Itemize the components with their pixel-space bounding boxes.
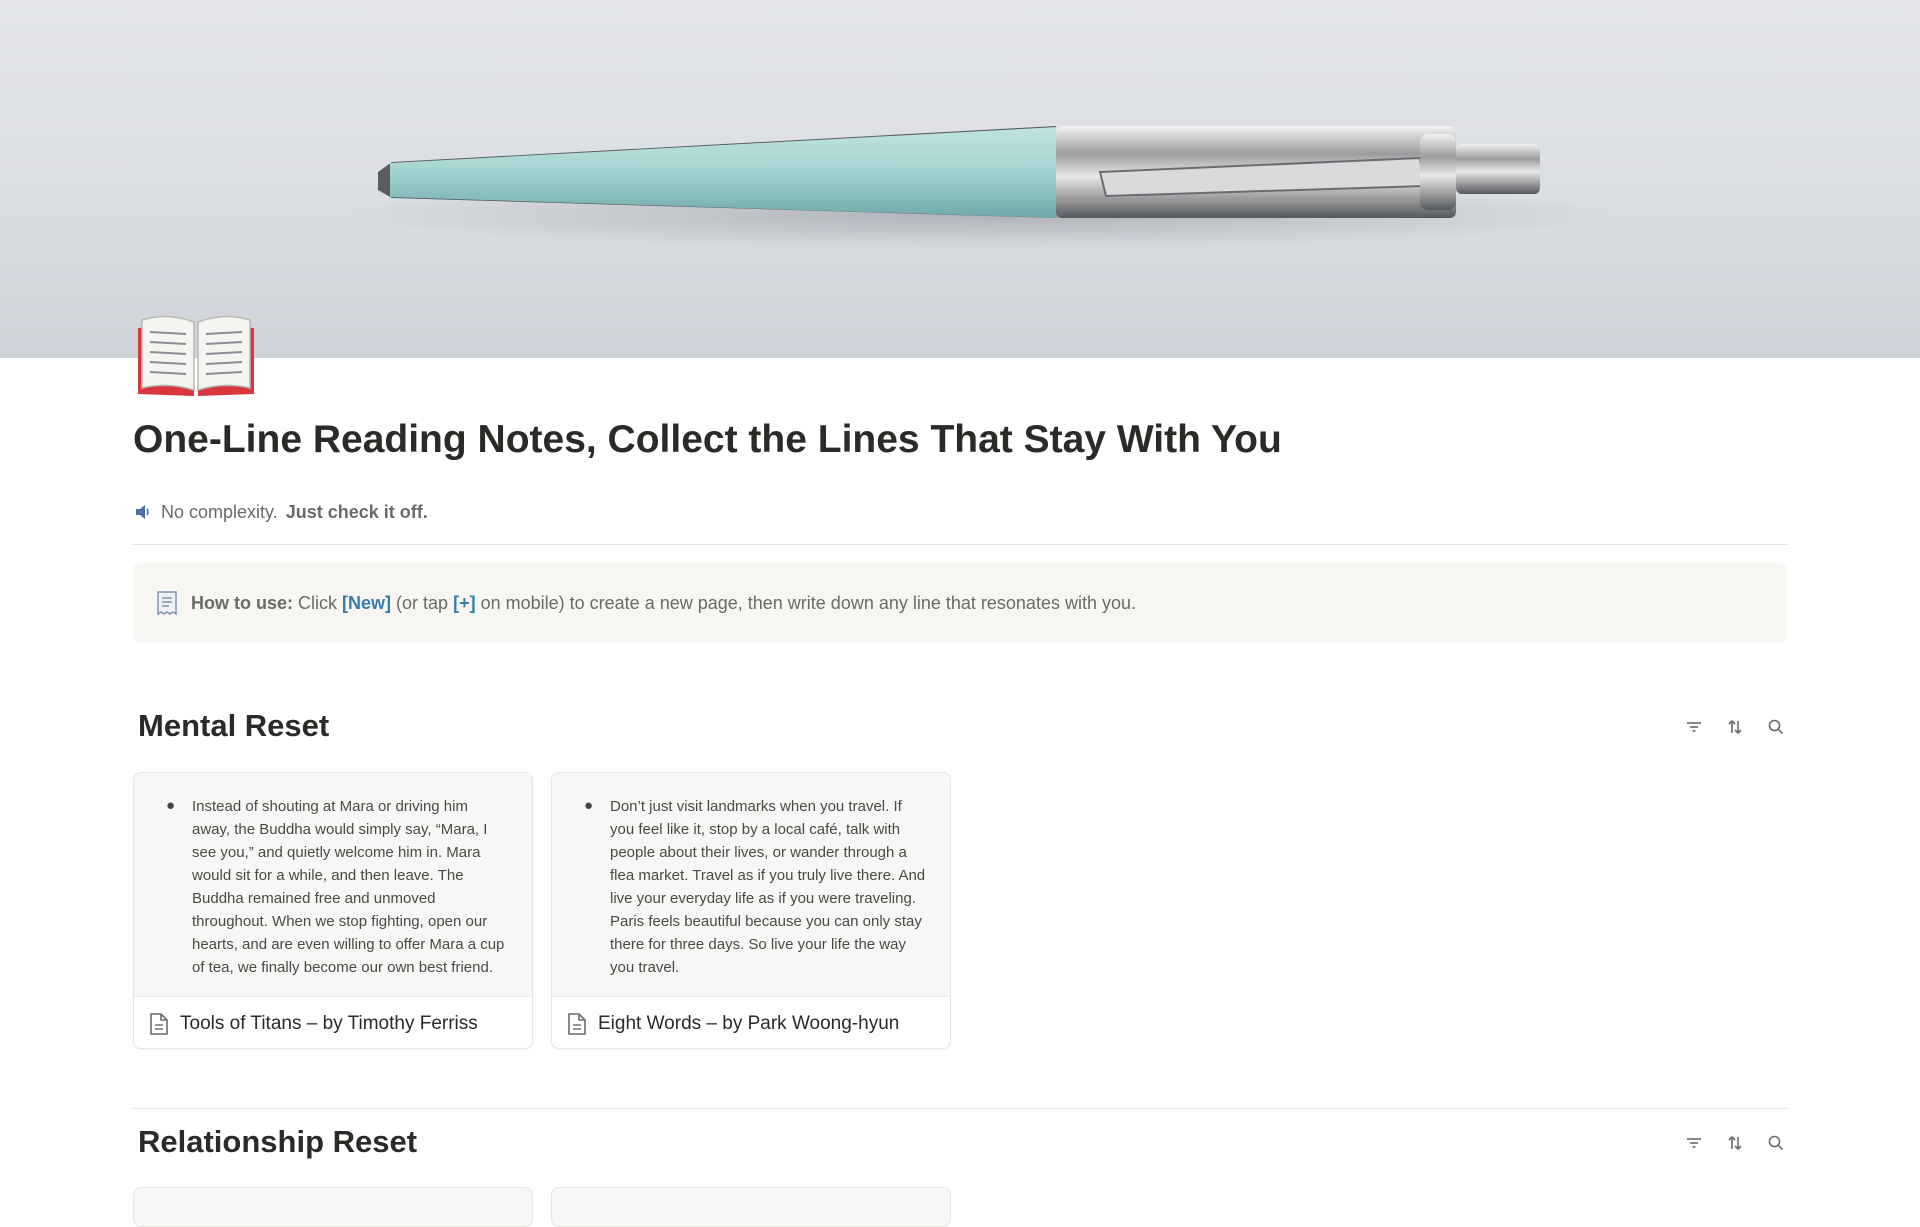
card-title-row: Eight Words – by Park Woong-hyun bbox=[552, 997, 950, 1048]
sort-button[interactable] bbox=[1721, 713, 1749, 741]
card-preview: ● Instead of shouting at Mara or driving… bbox=[134, 773, 532, 997]
gallery-card[interactable]: ● Don’t just visit landmarks when you tr… bbox=[551, 772, 951, 1049]
open-book-icon[interactable] bbox=[134, 310, 258, 400]
view-toolbar bbox=[1680, 713, 1790, 741]
search-button[interactable] bbox=[1762, 1129, 1790, 1157]
subtitle-line: No complexity. Just check it off. bbox=[133, 500, 428, 524]
callout-text-3: on mobile) to create a new page, then wr… bbox=[480, 592, 1136, 613]
card-quote: Instead of shouting at Mara or driving h… bbox=[192, 798, 505, 976]
card-title-row: Tools of Titans – by Timothy Ferriss bbox=[134, 997, 532, 1048]
sort-icon bbox=[1728, 719, 1742, 735]
subtitle-emphasis: Just check it off. bbox=[285, 501, 428, 522]
bullet-point: ● bbox=[584, 797, 594, 814]
page-title[interactable]: One-Line Reading Notes, Collect the Line… bbox=[133, 418, 1783, 462]
filter-button[interactable] bbox=[1680, 1129, 1708, 1157]
document-icon bbox=[150, 1012, 168, 1035]
search-button[interactable] bbox=[1762, 713, 1790, 741]
divider bbox=[133, 544, 1787, 545]
card-preview: ● Don’t just visit landmarks when you tr… bbox=[552, 773, 950, 997]
speaker-icon bbox=[136, 505, 149, 519]
section-title-mental-reset[interactable]: Mental Reset bbox=[138, 708, 329, 744]
how-to-use-callout: How to use: Click [New] (or tap [+] on m… bbox=[133, 563, 1787, 643]
divider bbox=[133, 1108, 1787, 1109]
new-link[interactable]: [New] bbox=[342, 593, 391, 614]
sort-button[interactable] bbox=[1721, 1129, 1749, 1157]
filter-button[interactable] bbox=[1680, 713, 1708, 741]
callout-label: How to use: bbox=[191, 592, 293, 613]
card-title[interactable]: Tools of Titans – by Timothy Ferriss bbox=[180, 1013, 478, 1035]
callout-text-1: Click bbox=[298, 592, 338, 613]
bullet-point: ● bbox=[166, 797, 176, 814]
gallery-card[interactable] bbox=[551, 1187, 951, 1227]
sort-icon bbox=[1728, 1135, 1742, 1151]
filter-icon bbox=[1687, 1138, 1701, 1148]
subtitle-text: No complexity. bbox=[161, 501, 278, 522]
view-toolbar bbox=[1680, 1129, 1790, 1157]
search-icon bbox=[1768, 719, 1784, 735]
search-icon bbox=[1768, 1135, 1784, 1151]
document-icon bbox=[568, 1012, 586, 1035]
gallery-card[interactable] bbox=[133, 1187, 533, 1227]
pen-illustration bbox=[340, 126, 1620, 249]
filter-icon bbox=[1687, 722, 1701, 732]
card-quote: Don’t just visit landmarks when you trav… bbox=[610, 798, 926, 976]
card-title[interactable]: Eight Words – by Park Woong-hyun bbox=[598, 1013, 899, 1035]
receipt-icon bbox=[157, 591, 177, 616]
cover-image bbox=[0, 0, 1920, 358]
section-title-relationship-reset[interactable]: Relationship Reset bbox=[138, 1124, 417, 1160]
plus-link[interactable]: [+] bbox=[453, 593, 476, 614]
callout-text-2: (or tap bbox=[396, 592, 449, 613]
gallery-card[interactable]: ● Instead of shouting at Mara or driving… bbox=[133, 772, 533, 1049]
